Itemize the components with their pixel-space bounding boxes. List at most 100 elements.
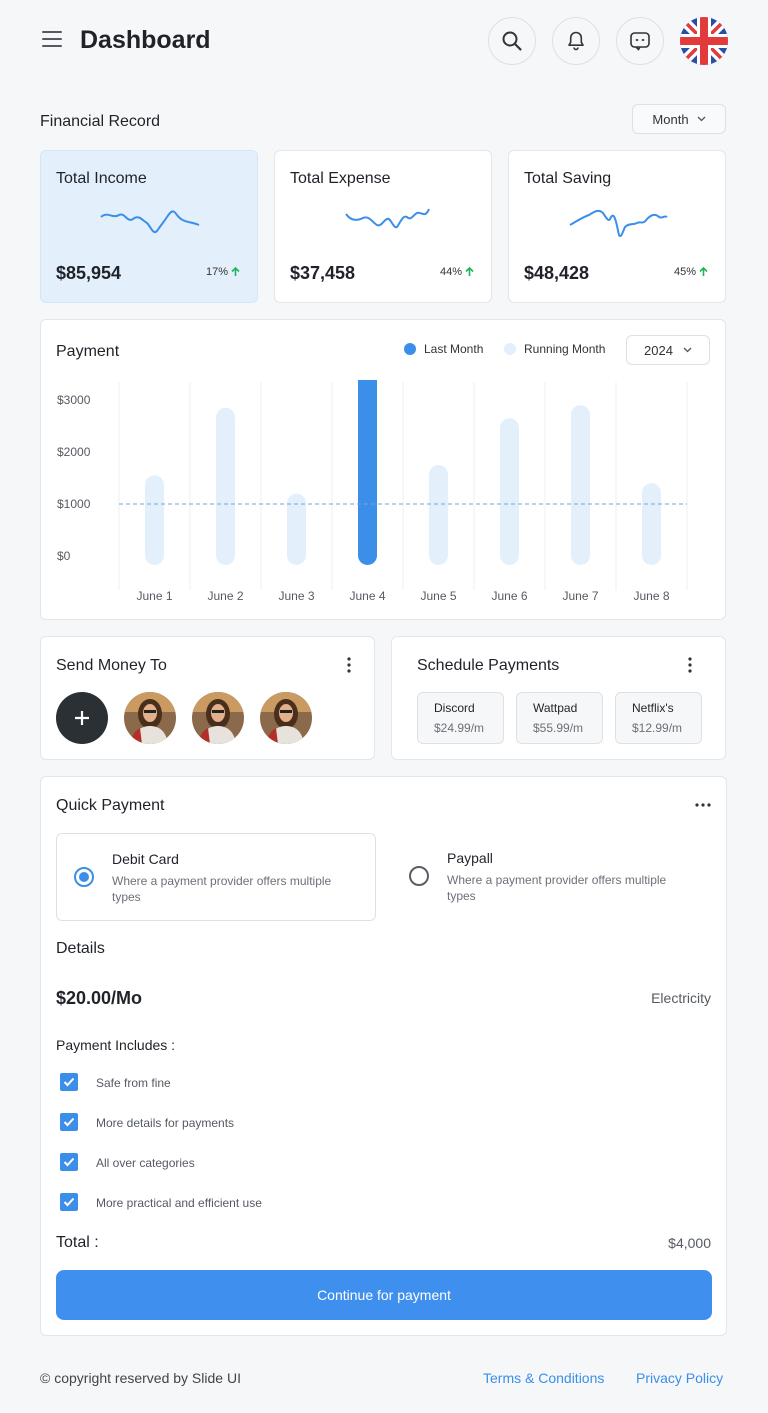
chevron-down-icon — [697, 116, 706, 122]
total-label: Total : — [56, 1234, 99, 1251]
amount-value: $20.00/Mo — [56, 988, 143, 1008]
schedule-item-name: Netflix's — [632, 701, 674, 715]
saving-value: $48,428 — [524, 263, 590, 283]
radio-selected[interactable] — [74, 867, 94, 887]
checkbox-checked[interactable] — [60, 1193, 78, 1211]
avatar[interactable] — [192, 692, 244, 744]
search-button[interactable] — [488, 17, 536, 65]
language-flag-icon[interactable] — [680, 17, 728, 65]
check-icon — [63, 1157, 75, 1167]
avatar[interactable] — [124, 692, 176, 744]
plus-icon — [75, 711, 89, 725]
period-dropdown[interactable]: Month — [632, 104, 726, 134]
checkbox-checked[interactable] — [60, 1073, 78, 1091]
legend-running-month: Running Month — [504, 342, 605, 356]
option-description: Where a payment provider offers multiple… — [112, 874, 332, 904]
x-tick-label: June 7 — [562, 589, 598, 603]
quick-payment-card: Quick Payment Debit Card Where a payment… — [40, 776, 727, 1336]
page-title: Dashboard — [80, 26, 211, 54]
notification-button[interactable] — [552, 17, 600, 65]
menu-icon[interactable] — [42, 31, 62, 49]
search-icon — [502, 31, 522, 51]
bar-june-5[interactable] — [429, 465, 448, 565]
continue-payment-button[interactable]: Continue for payment — [56, 1270, 712, 1320]
bar-june-8[interactable] — [642, 483, 661, 565]
income-value: $85,954 — [56, 263, 122, 283]
x-tick-label: June 5 — [420, 589, 456, 603]
expense-value: $37,458 — [290, 263, 356, 283]
year-dropdown[interactable]: 2024 — [626, 335, 710, 365]
check-icon — [63, 1197, 75, 1207]
include-item-label: All over categories — [96, 1156, 195, 1170]
saving-change: 45% — [674, 266, 708, 278]
quick-payment-menu-icon[interactable] — [693, 795, 713, 815]
y-tick-label: $1000 — [57, 497, 91, 511]
payment-title: Payment — [56, 343, 120, 360]
chevron-down-icon — [683, 347, 692, 353]
schedule-item-name: Discord — [434, 701, 475, 715]
y-tick-label: $2000 — [57, 445, 91, 459]
legend-dot-running — [504, 343, 516, 355]
privacy-link[interactable]: Privacy Policy — [636, 1370, 723, 1386]
payment-option-debit-card[interactable]: Debit Card Where a payment provider offe… — [56, 833, 376, 921]
x-tick-label: June 2 — [207, 589, 243, 603]
legend-last-month: Last Month — [404, 342, 483, 356]
terms-link[interactable]: Terms & Conditions — [483, 1370, 604, 1386]
total-value: $4,000 — [668, 1235, 711, 1251]
option-description: Where a payment provider offers multiple… — [447, 873, 667, 903]
legend-dot-last — [404, 343, 416, 355]
year-value: 2024 — [644, 342, 673, 358]
payment-card: Payment Last Month Running Month 2024 $3… — [40, 319, 726, 620]
expense-sparkline — [345, 208, 430, 229]
radio-unselected[interactable] — [409, 866, 429, 886]
saving-card[interactable]: Total Saving $48,428 45% — [508, 150, 726, 303]
bar-june-4[interactable] — [358, 380, 377, 565]
x-tick-label: June 4 — [349, 589, 385, 603]
y-tick-label: $0 — [57, 549, 71, 563]
bar-june-2[interactable] — [216, 407, 235, 565]
schedule-item-price: $24.99/m — [434, 721, 485, 735]
x-tick-label: June 3 — [278, 589, 314, 603]
category-value: Electricity — [651, 990, 711, 1006]
bar-june-1[interactable] — [145, 475, 164, 565]
schedule-item-price: $55.99/m — [533, 721, 584, 735]
avatar[interactable] — [260, 692, 312, 744]
checkbox-checked[interactable] — [60, 1113, 78, 1131]
y-tick-label: $3000 — [57, 393, 91, 407]
bell-icon — [568, 31, 584, 51]
checkbox-checked[interactable] — [60, 1153, 78, 1171]
check-icon — [63, 1117, 75, 1127]
income-change: 17% — [206, 266, 240, 278]
check-icon — [63, 1077, 75, 1087]
expense-change: 44% — [440, 266, 474, 278]
bar-june-7[interactable] — [571, 405, 590, 565]
schedule-item-name: Wattpad — [533, 701, 578, 715]
period-value: Month — [652, 111, 689, 127]
financial-record-title: Financial Record — [40, 113, 161, 130]
payment-option-paypall[interactable]: Paypall Where a payment provider offers … — [392, 833, 712, 921]
include-item-label: More practical and efficient use — [96, 1196, 262, 1210]
includes-heading: Payment Includes : — [56, 1037, 176, 1053]
payment-bar-chart: $3000 $2000 $1000 $0 June 1 June 2 June 3 June … — [57, 380, 688, 603]
option-name: Debit Card — [112, 851, 179, 867]
send-money-card: Send Money To — [40, 636, 375, 760]
messages-button[interactable] — [616, 17, 664, 65]
saving-sparkline — [569, 209, 668, 237]
send-money-menu-icon[interactable] — [339, 655, 359, 675]
income-title: Total Income — [56, 170, 147, 187]
x-tick-label: June 1 — [136, 589, 172, 603]
schedule-menu-icon[interactable] — [680, 655, 700, 675]
income-card[interactable]: Total Income $85,954 17% — [40, 150, 258, 303]
bar-june-6[interactable] — [500, 418, 519, 565]
schedule-item-netflix[interactable]: Netflix's $12.99/m — [615, 692, 702, 744]
expense-title: Total Expense — [290, 170, 391, 187]
details-heading: Details — [56, 940, 105, 957]
add-recipient-button[interactable] — [56, 692, 108, 744]
schedule-item-discord[interactable]: Discord $24.99/m — [417, 692, 504, 744]
include-item-label: Safe from fine — [96, 1076, 171, 1090]
option-name: Paypall — [447, 850, 493, 866]
income-sparkline — [100, 210, 200, 233]
schedule-item-wattpad[interactable]: Wattpad $55.99/m — [516, 692, 603, 744]
expense-card[interactable]: Total Expense $37,458 44% — [274, 150, 492, 303]
include-item-label: More details for payments — [96, 1116, 235, 1130]
